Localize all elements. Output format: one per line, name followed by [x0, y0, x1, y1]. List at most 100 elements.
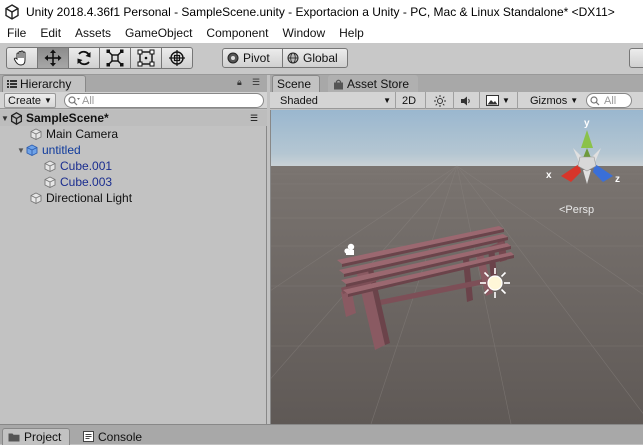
main-toolbar: Pivot Global: [0, 43, 643, 75]
tab-console-label: Console: [98, 429, 143, 444]
speaker-icon: [461, 96, 470, 105]
hierarchy-item-untitled[interactable]: ▼ untitled: [16, 142, 81, 158]
hand-icon: [13, 50, 26, 66]
tab-scene-label: Scene: [277, 77, 312, 91]
pivot-label: Pivot: [243, 51, 270, 65]
tab-hierarchy-label: Hierarchy: [20, 77, 72, 91]
move-arrows-icon: [44, 49, 62, 67]
global-label: Global: [303, 51, 338, 65]
menu-component[interactable]: Component: [199, 26, 275, 40]
shading-mode-dropdown[interactable]: Shaded ▼: [276, 92, 396, 109]
pivot-toggle[interactable]: Pivot: [222, 48, 283, 68]
create-dropdown[interactable]: Create ▼: [4, 93, 56, 108]
create-label: Create: [8, 94, 42, 107]
scale-icon: [106, 49, 124, 67]
projection-toggle[interactable]: <Persp: [559, 204, 594, 216]
tab-asset-store[interactable]: Asset Store: [328, 75, 418, 92]
chevron-down-icon: ▼: [44, 96, 52, 105]
window-title: Unity 2018.4.36f1 Personal - SampleScene…: [26, 4, 615, 19]
chevron-down-icon: ▼: [383, 96, 391, 105]
folder-icon: [8, 433, 20, 442]
lighting-toggle[interactable]: [430, 92, 454, 109]
rotate-tool-button[interactable]: [68, 47, 100, 69]
scene-search-placeholder: All: [604, 94, 617, 107]
collapse-arrow-icon[interactable]: ▼: [0, 114, 10, 123]
image-icon: [486, 95, 499, 106]
unity-scene-icon: [10, 111, 23, 125]
gameobject-cube-icon: [44, 176, 56, 188]
gameobject-cube-icon: [30, 192, 42, 204]
expand-arrow-icon[interactable]: ▼: [16, 146, 26, 155]
scene-viewport[interactable]: y x z <Persp: [270, 110, 643, 424]
prefab-cube-icon: [26, 144, 38, 156]
toggle-2d-button[interactable]: 2D: [398, 92, 426, 109]
hierarchy-item-label: Directional Light: [46, 191, 133, 205]
scene-menu-icon[interactable]: ☰: [250, 113, 258, 124]
effects-dropdown[interactable]: ▼: [482, 92, 518, 109]
hierarchy-item-main-camera[interactable]: Main Camera: [30, 126, 118, 142]
hierarchy-item-label: Cube.003: [60, 175, 113, 189]
scene-toolbar: Shaded ▼ 2D ▼ Gizmos ▼ All: [270, 92, 643, 109]
hierarchy-toolbar: Create ▼ All: [0, 92, 267, 109]
menu-assets[interactable]: Assets: [68, 26, 118, 40]
hierarchy-search-placeholder: All: [82, 94, 95, 107]
globe-icon: [287, 52, 299, 64]
scene-root-row[interactable]: ▼ SampleScene* ☰: [0, 110, 267, 126]
tab-project[interactable]: Project: [2, 428, 70, 445]
search-icon: [68, 95, 80, 105]
bottom-tab-bar: Project Console: [0, 424, 643, 445]
hierarchy-search-input[interactable]: All: [64, 93, 264, 108]
chevron-down-icon: ▼: [570, 96, 579, 105]
transform-tool-button[interactable]: [161, 47, 193, 69]
rotate-icon: [77, 50, 91, 66]
rect-tool-button[interactable]: [130, 47, 162, 69]
tab-console[interactable]: Console: [78, 428, 154, 445]
panel-menu-icon[interactable]: ☰: [252, 77, 260, 88]
tab-scene[interactable]: Scene: [272, 75, 320, 92]
menu-edit[interactable]: Edit: [33, 26, 68, 40]
rect-transform-icon: [137, 49, 155, 67]
transform-tools: [6, 47, 193, 69]
play-button[interactable]: [629, 48, 643, 68]
lock-icon[interactable]: 🔒︎: [237, 77, 242, 88]
scale-tool-button[interactable]: [99, 47, 131, 69]
global-toggle[interactable]: Global: [282, 48, 348, 68]
hand-tool-button[interactable]: [6, 47, 38, 69]
chevron-down-icon: ▼: [502, 96, 510, 105]
gameobject-cube-icon: [30, 128, 42, 140]
gizmos-dropdown[interactable]: Gizmos ▼: [526, 92, 582, 109]
menu-gameobject[interactable]: GameObject: [118, 26, 199, 40]
scene-tab-bar: Scene Asset Store: [270, 75, 643, 92]
tab-hierarchy[interactable]: Hierarchy: [2, 75, 86, 92]
axis-label-x: x: [546, 170, 552, 181]
combined-transform-icon: [169, 50, 185, 66]
move-tool-button[interactable]: [37, 47, 69, 69]
console-icon: [83, 431, 94, 442]
tab-project-label: Project: [24, 430, 62, 444]
menu-bar: File Edit Assets GameObject Component Wi…: [0, 23, 643, 43]
hierarchy-item-cube-001[interactable]: Cube.001: [44, 158, 112, 174]
toggle-2d-label: 2D: [402, 94, 417, 107]
hierarchy-item-label: untitled: [42, 143, 81, 157]
hierarchy-tab-bar: Hierarchy 🔒︎ ☰: [0, 75, 267, 92]
list-icon: [7, 80, 17, 88]
hierarchy-item-cube-003[interactable]: Cube.003: [44, 174, 112, 190]
hierarchy-item-directional-light[interactable]: Directional Light: [30, 190, 132, 206]
tab-asset-store-label: Asset Store: [347, 77, 410, 91]
directional-light-icon[interactable]: [480, 268, 510, 298]
menu-file[interactable]: File: [0, 26, 33, 40]
unity-logo-icon: [5, 3, 19, 20]
audio-toggle[interactable]: [456, 92, 480, 109]
menu-window[interactable]: Window: [275, 26, 332, 40]
axis-label-z: z: [615, 174, 620, 185]
sun-icon: [434, 94, 446, 107]
hierarchy-item-label: Main Camera: [46, 127, 119, 141]
menu-help[interactable]: Help: [332, 26, 371, 40]
axis-label-y: y: [584, 118, 590, 129]
title-bar: Unity 2018.4.36f1 Personal - SampleScene…: [0, 0, 643, 23]
shading-mode-label: Shaded: [280, 94, 318, 107]
shopping-bag-icon: [334, 79, 343, 89]
scene-canvas[interactable]: y x z: [271, 110, 643, 424]
pivot-icon: [227, 52, 239, 64]
scene-search-input[interactable]: All: [586, 93, 632, 108]
